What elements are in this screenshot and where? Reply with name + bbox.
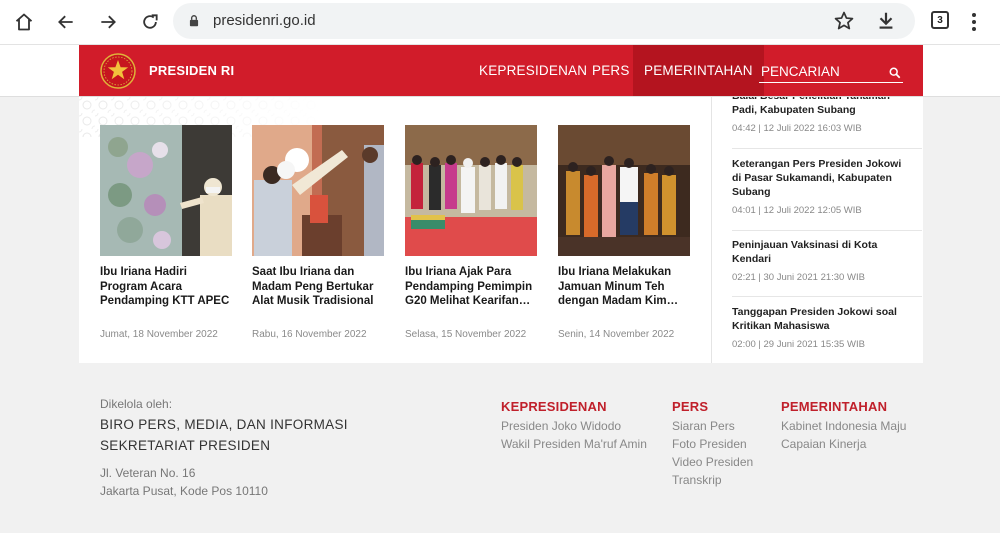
news-title[interactable]: Ibu Iriana Ajak Para Pendamping Pemimpin… (405, 265, 537, 309)
garuda-logo-icon[interactable] (100, 53, 136, 89)
video-list-item[interactable]: Keterangan Pers Presiden Jokowi di Pasar… (732, 157, 912, 216)
forward-icon[interactable] (94, 8, 122, 36)
footer-link[interactable]: Presiden Joko Widodo (501, 420, 647, 432)
news-title[interactable]: Saat Ibu Iriana dan Madam Peng Bertukar … (252, 265, 384, 309)
video-meta: 02:21 | 30 Juni 2021 21:30 WIB (732, 272, 865, 283)
news-card[interactable]: Ibu Iriana Melakukan Jamuan Minum Teh de… (558, 125, 690, 340)
video-list-item[interactable]: Peninjauan Vaksinasi di Kota Kendari 02:… (732, 238, 912, 283)
content-panel: Ibu Iriana Hadiri Program Acara Pendampi… (79, 97, 923, 363)
video-meta: 04:42 | 12 Juli 2022 16:03 WIB (732, 123, 862, 134)
nav-pers[interactable]: PERS (592, 45, 630, 96)
footer-link[interactable]: Capaian Kinerja (781, 438, 906, 450)
nav-pemerintahan[interactable]: PEMERINTAHAN (633, 45, 764, 96)
more-menu-icon[interactable] (966, 10, 982, 34)
footer-org-line1: BIRO PERS, MEDIA, DAN INFORMASI (100, 417, 348, 432)
browser-toolbar: presidenri.go.id 3 (0, 0, 1000, 45)
site-header: PRESIDEN RI KEPRESIDENAN PERS PEMERINTAH… (79, 45, 923, 96)
site-brand[interactable]: PRESIDEN RI (149, 63, 234, 78)
video-list-item[interactable]: Tanggapan Presiden Jokowi soal Kritikan … (732, 305, 912, 350)
tab-count: 3 (937, 14, 943, 26)
news-title[interactable]: Ibu Iriana Hadiri Program Acara Pendampi… (100, 265, 232, 309)
video-title[interactable]: Tanggapan Presiden Jokowi soal Kritikan … (732, 305, 912, 333)
nav-kepresidenan[interactable]: KEPRESIDENAN (479, 45, 587, 96)
video-title[interactable]: Peninjauan Vaksinasi di Kota Kendari (732, 238, 912, 266)
news-thumbnail[interactable] (100, 125, 232, 256)
news-thumbnail[interactable] (252, 125, 384, 256)
site-footer: Dikelola oleh: BIRO PERS, MEDIA, DAN INF… (0, 363, 1000, 533)
list-divider (732, 296, 922, 297)
search-placeholder: PENCARIAN (761, 64, 840, 79)
news-date: Senin, 14 November 2022 (558, 329, 675, 340)
search-input[interactable]: PENCARIAN (759, 61, 903, 83)
footer-managed-label: Dikelola oleh: (100, 397, 173, 411)
address-bar[interactable]: presidenri.go.id (173, 3, 915, 39)
news-thumbnail[interactable] (405, 125, 537, 256)
reload-icon[interactable] (136, 8, 164, 36)
back-icon[interactable] (52, 8, 80, 36)
video-meta: 04:01 | 12 Juli 2022 12:05 WIB (732, 205, 862, 216)
home-icon[interactable] (10, 8, 38, 36)
footer-link[interactable]: Foto Presiden (672, 438, 753, 450)
footer-address-line2: Jakarta Pusat, Kode Pos 10110 (100, 484, 268, 498)
news-date: Rabu, 16 November 2022 (252, 329, 367, 340)
news-date: Jumat, 18 November 2022 (100, 329, 218, 340)
news-card[interactable]: Ibu Iriana Hadiri Program Acara Pendampi… (100, 125, 232, 340)
footer-link[interactable]: Kabinet Indonesia Maju (781, 420, 906, 432)
footer-link[interactable]: Siaran Pers (672, 420, 753, 432)
footer-column-pemerintahan: PEMERINTAHAN Kabinet Indonesia Maju Capa… (781, 399, 906, 450)
url-text: presidenri.go.id (213, 12, 316, 29)
video-title[interactable]: Keterangan Pers Presiden Jokowi di Pasar… (732, 157, 912, 199)
footer-link[interactable]: Transkrip (672, 474, 753, 486)
news-date: Selasa, 15 November 2022 (405, 329, 527, 340)
footer-link[interactable]: Video Presiden (672, 456, 753, 468)
video-title[interactable]: Balai Besar Penelitian Tanaman Padi, Kab… (732, 97, 912, 117)
footer-org-line2: SEKRETARIAT PRESIDEN (100, 438, 271, 453)
footer-column-pers: PERS Siaran Pers Foto Presiden Video Pre… (672, 399, 753, 486)
footer-heading[interactable]: PERS (672, 399, 753, 414)
star-icon[interactable] (833, 10, 855, 32)
list-divider (732, 148, 922, 149)
news-thumbnail[interactable] (558, 125, 690, 256)
list-divider (732, 230, 922, 231)
video-meta: 02:00 | 29 Juni 2021 15:35 WIB (732, 339, 865, 350)
footer-link[interactable]: Wakil Presiden Ma'ruf Amin (501, 438, 647, 450)
footer-column-kepresidenan: KEPRESIDENAN Presiden Joko Widodo Wakil … (501, 399, 647, 450)
footer-heading[interactable]: PEMERINTAHAN (781, 399, 906, 414)
search-icon[interactable] (889, 64, 903, 79)
news-title[interactable]: Ibu Iriana Melakukan Jamuan Minum Teh de… (558, 265, 690, 309)
tab-switcher-button[interactable]: 3 (931, 11, 949, 29)
lock-icon (185, 12, 203, 30)
footer-address-line1: Jl. Veteran No. 16 (100, 466, 196, 480)
download-icon[interactable] (875, 10, 897, 32)
news-card[interactable]: Ibu Iriana Ajak Para Pendamping Pemimpin… (405, 125, 537, 340)
column-divider (711, 97, 712, 363)
news-card[interactable]: Saat Ibu Iriana dan Madam Peng Bertukar … (252, 125, 384, 340)
footer-heading[interactable]: KEPRESIDENAN (501, 399, 647, 414)
video-list-item[interactable]: Balai Besar Penelitian Tanaman Padi, Kab… (732, 97, 912, 134)
